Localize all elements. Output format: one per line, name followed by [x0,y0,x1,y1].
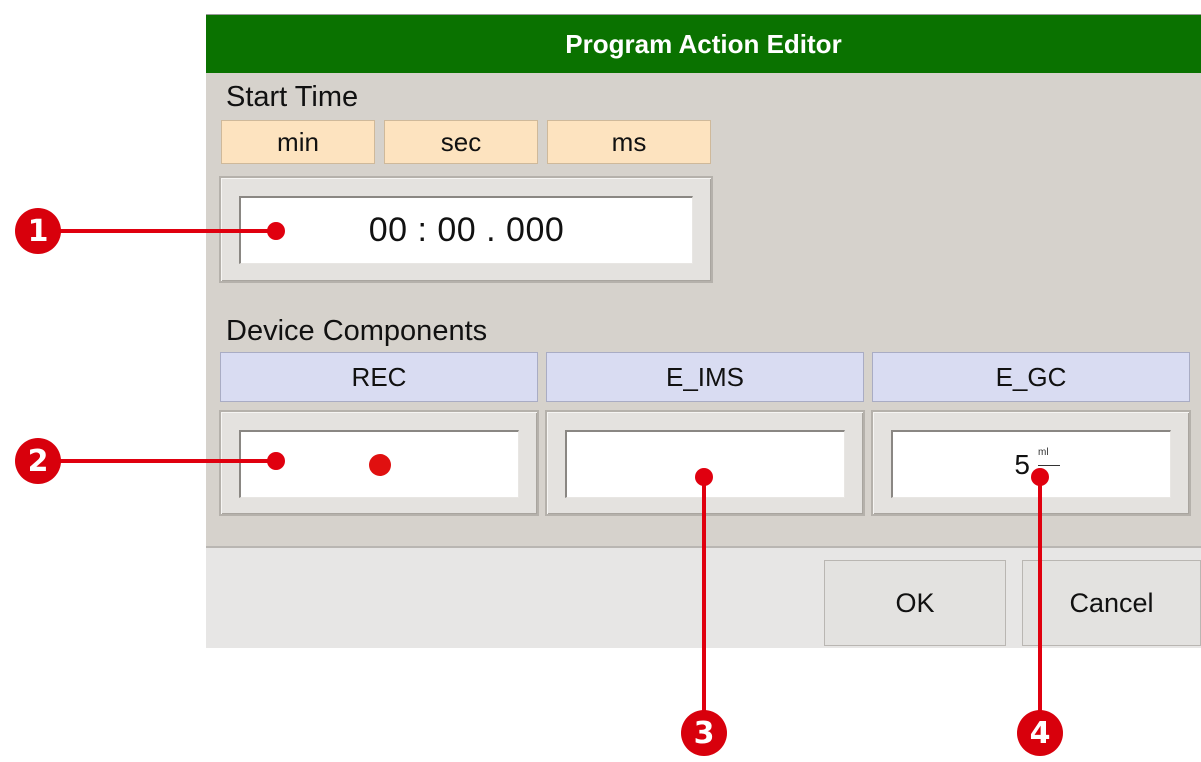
callout-badge-4: 4 [1017,710,1063,756]
callout-dot-1 [267,222,285,240]
callout-badge-1: 1 [15,208,61,254]
callout-badge-2: 2 [15,438,61,484]
callout-dot-2 [267,452,285,470]
callout-lines [60,222,1049,712]
callout-badge-3: 3 [681,710,727,756]
callout-dot-4 [1031,468,1049,486]
callout-dot-3 [695,468,713,486]
